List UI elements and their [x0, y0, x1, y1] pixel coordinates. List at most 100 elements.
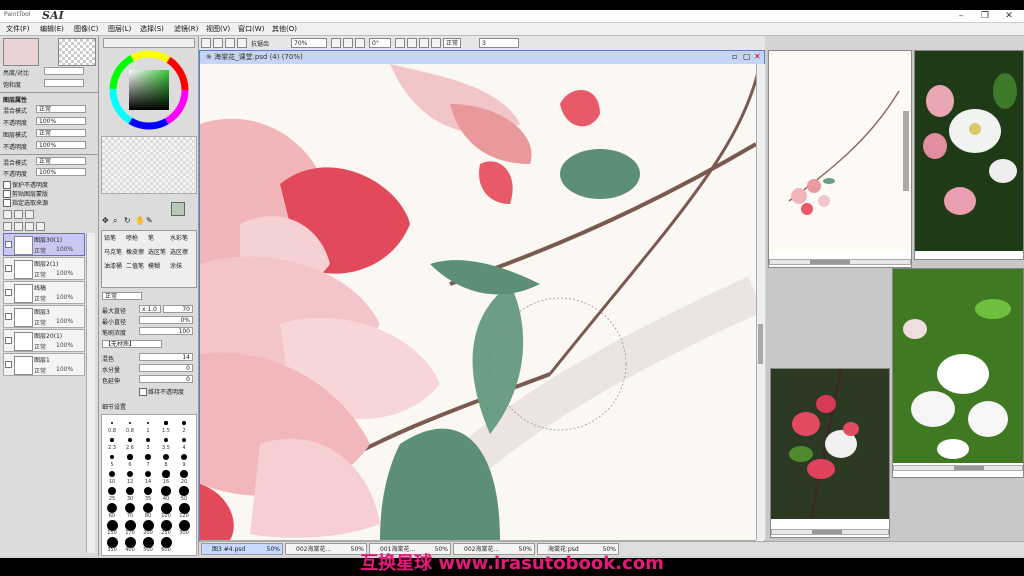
brush-size-cell[interactable]: 200	[140, 519, 156, 536]
brush-size-cell[interactable]: 1	[140, 417, 156, 434]
reference-window-sketch[interactable]	[768, 50, 912, 268]
brush-size-cell[interactable]: 0.8	[122, 417, 138, 434]
brush-size-cell[interactable]: 100	[158, 502, 174, 519]
density-field[interactable]: 100	[139, 327, 193, 335]
tool-airbrush[interactable]: 喷枪	[126, 233, 138, 242]
brush-size-cell[interactable]: 7	[140, 451, 156, 468]
layer-item[interactable]: 图层2(1) 正常 100%	[3, 257, 85, 280]
brush-size-cell[interactable]: 2	[176, 417, 192, 434]
select-all-button[interactable]	[201, 38, 211, 48]
tool-binary[interactable]: 二值笔	[126, 261, 144, 270]
menu-filter[interactable]: 滤镜(R)	[174, 24, 198, 34]
brush-size-cell[interactable]: 9	[176, 451, 192, 468]
texture-select[interactable]: 【无材质】	[102, 340, 162, 348]
color-mode-tabs[interactable]	[103, 38, 195, 48]
tool-marker[interactable]: 马克笔	[104, 247, 122, 256]
reference-window-photo-2[interactable]	[892, 268, 1024, 478]
opacity-field-2[interactable]: 100%	[36, 168, 86, 176]
protect-checkbox[interactable]	[3, 181, 11, 189]
brush-size-cell[interactable]: 5	[104, 451, 120, 468]
brush-size-cell[interactable]: 2.3	[104, 434, 120, 451]
stabilizer-field[interactable]: 3	[479, 38, 519, 48]
brush-size-cell[interactable]: 60	[104, 502, 120, 519]
canvas-vertical-scrollbar[interactable]	[756, 64, 765, 540]
tool-select-eraser[interactable]: 选区擦	[170, 247, 188, 256]
brush-size-cell[interactable]: 35	[140, 485, 156, 502]
move-icon[interactable]: ✥	[102, 216, 109, 225]
reference-window-photo-1[interactable]	[914, 50, 1024, 260]
clear-layer-icon[interactable]	[14, 222, 23, 231]
min-size-field[interactable]: 0%	[139, 316, 193, 324]
close-button[interactable]: ✕	[998, 10, 1020, 22]
visibility-icon[interactable]	[5, 361, 12, 368]
brush-size-cell[interactable]: 2.6	[122, 434, 138, 451]
brush-size-cell[interactable]: 14	[140, 468, 156, 485]
brush-size-cell[interactable]: 16	[158, 468, 174, 485]
eyedropper-icon[interactable]: ✎	[146, 216, 153, 225]
tool-pencil[interactable]: 铅笔	[104, 233, 116, 242]
blend-mode-select-2[interactable]: 正常	[36, 157, 86, 165]
canvas-artwork[interactable]	[200, 64, 756, 540]
zoom-out-button[interactable]	[343, 38, 353, 48]
canvas-close-button[interactable]: ✕	[754, 52, 761, 61]
brush-size-cell[interactable]: 4	[176, 434, 192, 451]
hand-icon[interactable]: ✋	[135, 216, 145, 225]
deselect-button[interactable]	[213, 38, 223, 48]
zoom-select[interactable]: 70%	[291, 38, 327, 48]
brush-size-cell[interactable]: 12	[122, 468, 138, 485]
menu-select[interactable]: 选择(S)	[140, 24, 164, 34]
rotate-reset-button[interactable]	[419, 38, 429, 48]
brush-size-cell[interactable]: 0.8	[104, 417, 120, 434]
menu-image[interactable]: 图像(C)	[74, 24, 98, 34]
layer-item[interactable]: 图层1 正常 100%	[3, 353, 85, 376]
copy-layer-icon[interactable]	[3, 222, 12, 231]
brush-size-cell[interactable]: 50	[176, 485, 192, 502]
rotate-right-button[interactable]	[407, 38, 417, 48]
color-wheel[interactable]	[107, 48, 191, 132]
layer-mode-select[interactable]: 正常	[36, 129, 86, 137]
navigator-thumbnail[interactable]	[3, 38, 39, 66]
brush-size-cell[interactable]: 6	[122, 451, 138, 468]
rotate-left-button[interactable]	[395, 38, 405, 48]
brush-size-cell[interactable]: 250	[158, 519, 174, 536]
layer-item[interactable]: 线稿 正常 100%	[3, 281, 85, 304]
brush-size-cell[interactable]: 120	[176, 502, 192, 519]
current-color-swatch[interactable]	[171, 202, 185, 216]
menu-window[interactable]: 窗口(W)	[238, 24, 264, 34]
tool-bucket[interactable]: 油漆桶	[104, 261, 122, 270]
visibility-icon[interactable]	[5, 289, 12, 296]
opacity2-field[interactable]: 100%	[36, 141, 86, 149]
tool-blur[interactable]: 模糊	[148, 261, 160, 270]
zoom-reset-button[interactable]	[355, 38, 365, 48]
ref-scrollbar[interactable]	[771, 529, 889, 535]
size-multiplier[interactable]: x 1.0	[139, 305, 161, 313]
brush-size-cell[interactable]: 80	[140, 502, 156, 519]
reference-window-photo-3[interactable]	[770, 368, 890, 538]
layer-item[interactable]: 图层20(1) 正常 100%	[3, 329, 85, 352]
visibility-icon[interactable]	[5, 313, 12, 320]
keep-field[interactable]: 0	[139, 375, 193, 383]
brush-size-cell[interactable]: 10	[104, 468, 120, 485]
layer-item[interactable]: 图层30(1) 正常 100%	[3, 233, 85, 256]
brush-size-cell[interactable]: 3.5	[158, 434, 174, 451]
tool-select-pen[interactable]: 选区笔	[148, 247, 166, 256]
layer-item[interactable]: 图层3 正常 100%	[3, 305, 85, 328]
brush-size-cell[interactable]: 40	[158, 485, 174, 502]
rotate-icon[interactable]: ↻	[124, 216, 131, 225]
canvas-maximize-button[interactable]: ▢	[743, 52, 751, 61]
invert-selection-button[interactable]	[225, 38, 235, 48]
menu-view[interactable]: 视图(V)	[206, 24, 230, 34]
size-value[interactable]: 70	[163, 305, 193, 313]
new-linework-icon[interactable]	[14, 210, 23, 219]
brush-size-cell[interactable]: 300	[176, 519, 192, 536]
menu-other[interactable]: 其他(O)	[272, 24, 297, 34]
brush-size-cell[interactable]: 1.5	[158, 417, 174, 434]
visibility-icon[interactable]	[5, 241, 12, 248]
select-source-checkbox[interactable]	[3, 199, 11, 207]
water-field[interactable]: 0	[139, 364, 193, 372]
new-folder-icon[interactable]	[25, 210, 34, 219]
menu-layer[interactable]: 图层(L)	[108, 24, 131, 34]
restore-button[interactable]: ❐	[974, 10, 996, 22]
canvas-minimize-button[interactable]: ▫	[732, 52, 737, 61]
new-layer-icon[interactable]	[3, 210, 12, 219]
